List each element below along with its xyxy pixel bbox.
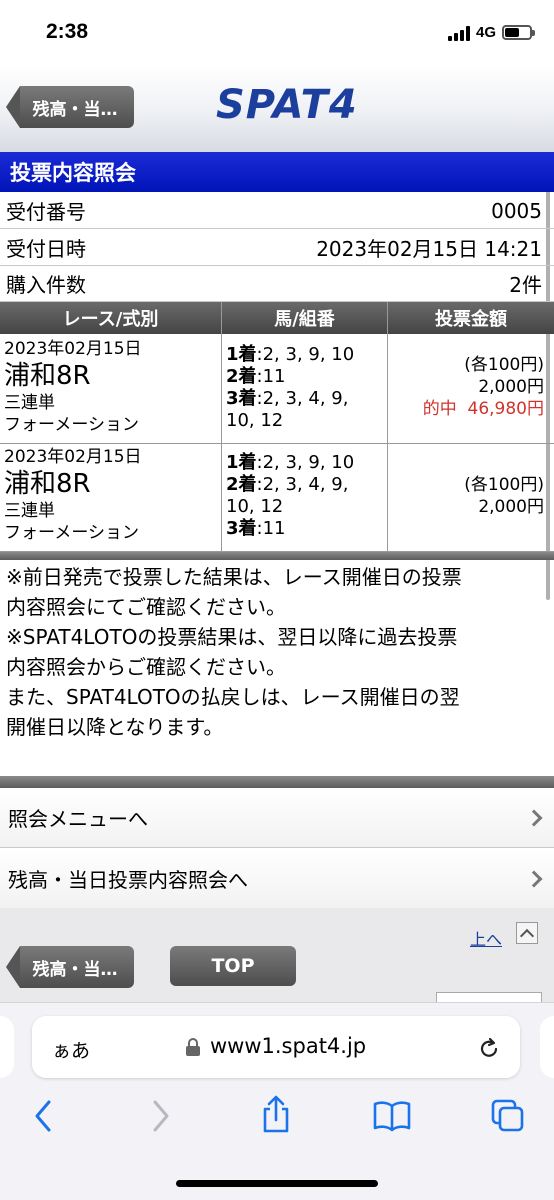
back-button-label: 残高・当… xyxy=(20,86,134,128)
separator xyxy=(0,552,554,560)
balance-inquiry-link[interactable]: 残高・当日投票内容照会へ xyxy=(0,849,554,909)
back-arrow-icon xyxy=(6,946,20,988)
hit-amount: 的中 46,980円 xyxy=(422,399,544,419)
status-time: 2:38 xyxy=(46,20,89,43)
bookmarks-icon[interactable] xyxy=(372,1100,412,1132)
receipt-number-value: 0005 xyxy=(491,198,542,223)
share-icon[interactable] xyxy=(260,1094,292,1134)
lock-icon xyxy=(186,1038,200,1056)
page-up-icon[interactable] xyxy=(516,922,538,944)
page-settings-button[interactable]: ぁあ xyxy=(52,1036,90,1063)
combo-second-cont: 10, 12 xyxy=(226,496,284,517)
separator xyxy=(0,776,554,788)
signal-icon xyxy=(447,25,470,41)
site-header: 残高・当… SPAT4 xyxy=(0,66,554,152)
header-race-type: レース/式別 xyxy=(0,302,222,334)
footer-back-label: 残高・当… xyxy=(20,946,134,988)
inquiry-menu-link[interactable]: 照会メニューへ xyxy=(0,788,554,848)
back-arrow-icon xyxy=(6,86,20,128)
header-bet-amount: 投票金額 xyxy=(388,302,554,334)
bet-type: 三連単 xyxy=(4,501,55,521)
combo-second: 2着:11 xyxy=(226,366,286,387)
combo-third: 3着:11 xyxy=(226,518,286,539)
total-amount: 2,000円 xyxy=(478,377,544,397)
unit-amount: (各100円) xyxy=(464,475,544,495)
note-line: また、SPAT4LOTOの払戻しは、レース開催日の翌 xyxy=(6,685,460,709)
combo-first: 1着:2, 3, 9, 10 xyxy=(226,344,355,365)
combo-second: 2着:2, 3, 4, 9, xyxy=(226,474,349,495)
back-button[interactable]: 残高・当… xyxy=(6,86,134,128)
footer-back-button[interactable]: 残高・当… xyxy=(6,946,134,988)
url-text[interactable]: www1.spat4.jp xyxy=(210,1034,366,1058)
purchase-count-value: 2件 xyxy=(509,273,542,297)
reload-icon[interactable] xyxy=(478,1036,500,1060)
balance-inquiry-label: 残高・当日投票内容照会へ xyxy=(8,868,248,892)
table-row: 2023年02月15日 浦和8R 三連単 フォーメーション xyxy=(0,334,222,444)
bet-date: 2023年02月15日 xyxy=(4,339,142,359)
battery-icon xyxy=(502,25,535,40)
bet-date: 2023年02月15日 xyxy=(4,447,142,467)
combo-cell: 1着:2, 3, 9, 10 2着:2, 3, 4, 9, 10, 12 3着:… xyxy=(222,444,388,552)
bet-race: 浦和8R xyxy=(4,361,91,391)
receipt-datetime-row: 受付日時 2023年02月15日 14:21 xyxy=(0,230,554,266)
inquiry-menu-label: 照会メニューへ xyxy=(8,807,148,831)
network-label: 4G xyxy=(475,24,496,41)
note-line: 開催日以降となります。 xyxy=(6,715,224,739)
prev-tab-edge[interactable] xyxy=(0,1016,14,1078)
unit-amount: (各100円) xyxy=(464,355,544,375)
purchase-count-row: 購入件数 2件 xyxy=(0,266,554,302)
bet-race: 浦和8R xyxy=(4,469,91,499)
receipt-number-label: 受付番号 xyxy=(6,200,86,224)
receipt-number-row: 受付番号 0005 xyxy=(0,193,554,229)
note-line: 内容照会からご確認ください。 xyxy=(6,655,286,679)
status-bar: 2:38 4G xyxy=(0,0,554,66)
receipt-datetime-value: 2023年02月15日 14:21 xyxy=(316,237,542,261)
total-amount: 2,000円 xyxy=(478,497,544,517)
receipt-datetime-label: 受付日時 xyxy=(6,237,86,261)
chevron-right-icon xyxy=(525,870,543,887)
back-nav-icon[interactable] xyxy=(32,1098,54,1134)
header-horse-combo: 馬/組番 xyxy=(222,302,388,334)
purchase-count-label: 購入件数 xyxy=(6,273,86,297)
top-button[interactable]: TOP xyxy=(170,946,296,986)
tabs-icon[interactable] xyxy=(490,1098,526,1134)
status-icons: 4G xyxy=(447,24,535,41)
note-line: ※前日発売で投票した結果は、レース開催日の投票 xyxy=(6,565,462,589)
combo-third: 3着:2, 3, 4, 9, xyxy=(226,388,349,409)
table-row: 2023年02月15日 浦和8R 三連単 フォーメーション xyxy=(0,444,222,552)
note-line: ※SPAT4LOTOの投票結果は、翌日以降に過去投票 xyxy=(6,625,458,649)
amount-cell: (各100円) 2,000円 xyxy=(388,444,554,552)
amount-cell: (各100円) 2,000円 的中 46,980円 xyxy=(388,334,554,444)
note-line: 内容照会にてご確認ください。 xyxy=(6,595,286,619)
bet-method: フォーメーション xyxy=(4,415,139,435)
chevron-right-icon xyxy=(525,809,543,826)
next-tab-edge[interactable] xyxy=(540,1016,554,1078)
combo-third-cont: 10, 12 xyxy=(226,410,284,431)
forward-nav-icon[interactable] xyxy=(150,1098,172,1134)
notes: ※前日発売で投票した結果は、レース開催日の投票 内容照会にてご確認ください。 ※… xyxy=(0,562,554,742)
spat4-logo: SPAT4 xyxy=(216,82,358,128)
combo-first: 1着:2, 3, 9, 10 xyxy=(226,452,355,473)
bet-method: フォーメーション xyxy=(4,523,139,543)
page-up-link[interactable]: 上へ xyxy=(470,926,502,950)
home-indicator xyxy=(176,1180,378,1187)
bet-type: 三連単 xyxy=(4,393,55,413)
combo-cell: 1着:2, 3, 9, 10 2着:11 3着:2, 3, 4, 9, 10, … xyxy=(222,334,388,444)
page-title: 投票内容照会 xyxy=(0,152,554,192)
